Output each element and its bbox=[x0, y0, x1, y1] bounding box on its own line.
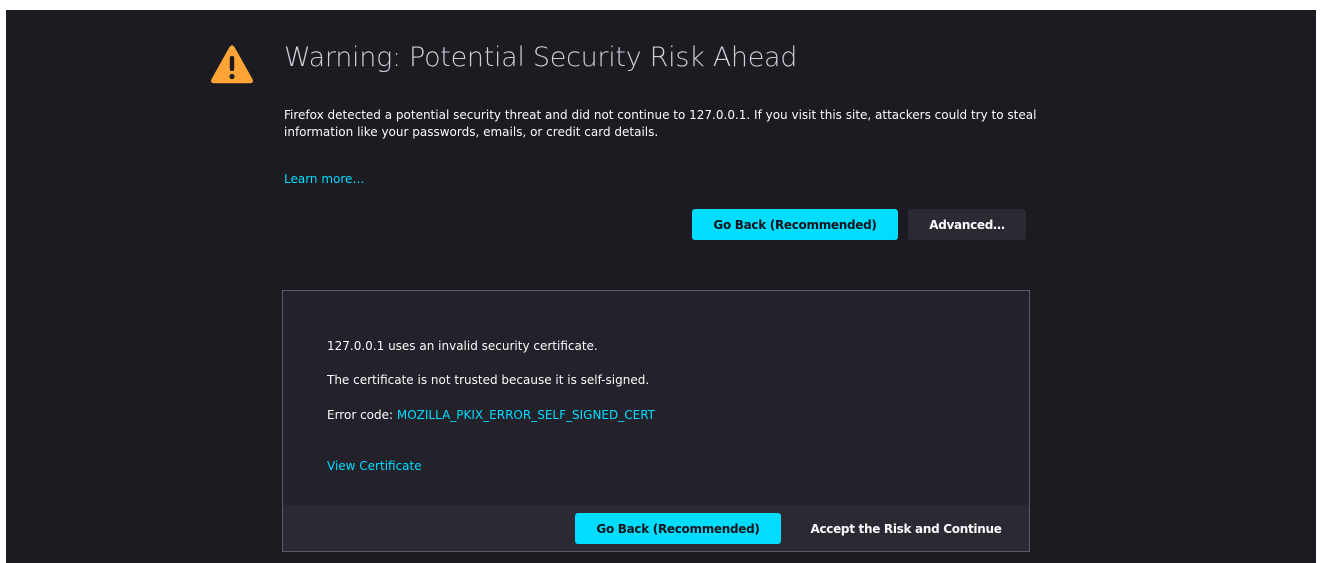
error-description: Firefox detected a potential security th… bbox=[284, 108, 1037, 139]
advanced-button[interactable]: Advanced… bbox=[908, 209, 1026, 240]
error-code-label: Error code: bbox=[327, 408, 397, 422]
page-title: Warning: Potential Security Risk Ahead bbox=[284, 42, 798, 73]
learn-more-link[interactable]: Learn more… bbox=[284, 172, 364, 186]
error-page: Warning: Potential Security Risk Ahead F… bbox=[6, 10, 1316, 563]
invalid-cert-text: 127.0.0.1 uses an invalid security certi… bbox=[327, 339, 598, 353]
go-back-button[interactable]: Go Back (Recommended) bbox=[692, 209, 898, 240]
advanced-panel-footer: Go Back (Recommended) Accept the Risk an… bbox=[283, 505, 1029, 551]
warning-triangle-icon bbox=[211, 45, 253, 84]
advanced-panel: 127.0.0.1 uses an invalid security certi… bbox=[282, 290, 1030, 552]
error-code-link[interactable]: MOZILLA_PKIX_ERROR_SELF_SIGNED_CERT bbox=[397, 408, 655, 422]
view-certificate-link[interactable]: View Certificate bbox=[327, 459, 422, 473]
accept-risk-button[interactable]: Accept the Risk and Continue bbox=[795, 513, 1017, 544]
error-code-line: Error code: MOZILLA_PKIX_ERROR_SELF_SIGN… bbox=[327, 408, 655, 422]
go-back-button-secondary[interactable]: Go Back (Recommended) bbox=[575, 513, 781, 544]
self-signed-text: The certificate is not trusted because i… bbox=[327, 373, 650, 387]
